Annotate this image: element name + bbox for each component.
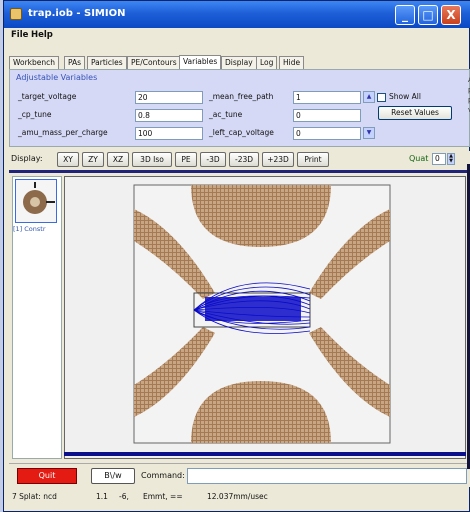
- tab-hide[interactable]: Hide: [279, 56, 305, 69]
- var-value-ac-tune[interactable]: 0: [293, 109, 361, 122]
- command-bar: Quit B\/w Command:: [9, 463, 470, 487]
- var-name-target-voltage: _target_voltage: [18, 92, 77, 101]
- close-button[interactable]: X: [441, 5, 461, 25]
- var-value-left-cap-voltage[interactable]: 0: [293, 127, 361, 140]
- instance-thumbnail[interactable]: [15, 179, 57, 223]
- view-zy-button[interactable]: ZY: [82, 152, 104, 167]
- menu-file[interactable]: File: [11, 30, 28, 40]
- view-23d-minus-button[interactable]: -23D: [229, 152, 259, 167]
- ion-cloud: [205, 297, 301, 321]
- simion-window: trap.iob - SIMION _ □ X File Help Workbe…: [3, 0, 470, 512]
- view-3d-iso-button[interactable]: 3D Iso: [132, 152, 172, 167]
- tab-strip: Workbench PAs Particles PE/Contours Vari…: [9, 55, 469, 69]
- instance-list: [1] Constr: [12, 176, 62, 459]
- bw-toggle-button[interactable]: B\/w: [91, 468, 135, 484]
- command-input[interactable]: [187, 468, 467, 484]
- var-name-ac-tune: _ac_tune: [209, 110, 243, 119]
- var-name-cp-tune: _cp_tune: [18, 110, 52, 119]
- tab-variables[interactable]: Variables: [179, 55, 222, 69]
- tab-particles[interactable]: Particles: [87, 56, 127, 69]
- display-toolbar: Display: XY ZY XZ 3D Iso PE -3D -23D +23…: [9, 151, 470, 169]
- tab-log[interactable]: Log: [256, 56, 278, 69]
- view-pe-button[interactable]: PE: [175, 152, 197, 167]
- reset-values-button[interactable]: Reset Values: [378, 106, 452, 120]
- var-value-cp-tune[interactable]: 0.8: [135, 109, 203, 122]
- window-title: trap.iob - SIMION: [28, 8, 126, 19]
- view-23d-plus-button[interactable]: +23D: [262, 152, 294, 167]
- menu-help[interactable]: Help: [31, 30, 53, 40]
- status-velocity: 12.037mm/usec: [207, 492, 268, 501]
- var-name-mean-free-path: _mean_free_path: [209, 92, 274, 101]
- tab-pe-contours[interactable]: PE/Contours: [127, 56, 181, 69]
- quad-label: Quat: [409, 154, 429, 163]
- status-bar: 7 Splat: ncd 1.1 -6, Emmt, == 12.037mm/u…: [9, 489, 470, 505]
- quad-spinner[interactable]: ▲ ▼: [447, 153, 455, 165]
- tab-workbench[interactable]: Workbench: [9, 56, 59, 69]
- variables-scroll-up-button[interactable]: ▲: [363, 91, 375, 103]
- show-all-label: Show All: [389, 92, 421, 101]
- var-name-amu-mass-per-charge: _amu_mass_per_charge: [18, 128, 108, 137]
- var-value-target-voltage[interactable]: 20: [135, 91, 203, 104]
- quad-input[interactable]: 0: [432, 153, 446, 165]
- toolbar-divider: [9, 170, 470, 173]
- trap-thumbnail-icon: [23, 182, 55, 214]
- var-value-amu-mass-per-charge[interactable]: 100: [135, 127, 203, 140]
- var-value-mean-free-path[interactable]: 1: [293, 91, 361, 104]
- command-label: Command:: [141, 471, 185, 480]
- variables-panel: Adjustable Variables _target_voltage 20 …: [9, 69, 470, 147]
- adjustable-variables-heading: Adjustable Variables: [16, 73, 98, 82]
- variables-scroll-down-button[interactable]: ▼: [363, 127, 375, 139]
- tab-pas[interactable]: PAs: [64, 56, 86, 69]
- maximize-button[interactable]: □: [418, 5, 438, 25]
- print-button[interactable]: Print: [297, 152, 329, 167]
- instance-label: [1] Constr: [13, 225, 46, 233]
- view-xz-button[interactable]: XZ: [107, 152, 129, 167]
- tab-display[interactable]: Display: [221, 56, 257, 69]
- view-3d-minus-button[interactable]: -3D: [200, 152, 226, 167]
- quit-button[interactable]: Quit: [17, 468, 77, 484]
- view-xy-button[interactable]: XY: [57, 152, 79, 167]
- simulation-view[interactable]: [64, 176, 466, 459]
- status-value-c: Emmt, ==: [143, 492, 183, 501]
- status-value-b: -6,: [119, 492, 129, 501]
- ion-trap-drawing: [133, 184, 391, 444]
- app-icon: [10, 8, 22, 20]
- status-splat: 7 Splat: ncd: [12, 492, 57, 501]
- minimize-button[interactable]: _: [395, 5, 415, 25]
- title-bar[interactable]: trap.iob - SIMION _ □ X: [4, 1, 470, 28]
- display-label: Display:: [11, 154, 43, 163]
- var-name-left-cap-voltage: _left_cap_voltage: [209, 128, 274, 137]
- status-value-a: 1.1: [96, 492, 108, 501]
- show-all-checkbox[interactable]: [377, 93, 386, 102]
- menu-bar: File Help: [4, 28, 470, 42]
- view-bottom-bar: [64, 452, 466, 456]
